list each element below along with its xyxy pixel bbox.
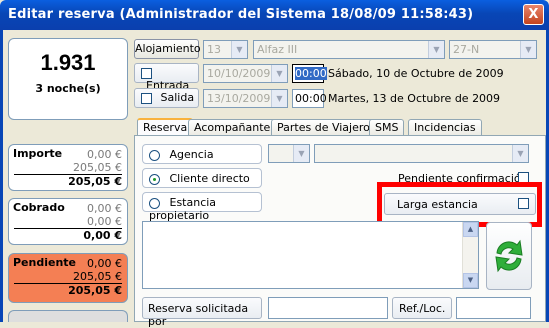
refresh-arrows-icon xyxy=(495,239,523,273)
importe-line2: 205,05 € xyxy=(73,161,122,174)
scroll-up-icon[interactable]: ▲ xyxy=(463,222,478,237)
salida-time-field[interactable]: 00:00 xyxy=(292,89,327,108)
ref-loc-label-box: Ref./Loc. xyxy=(392,297,452,319)
bottom-left-panel xyxy=(8,310,128,322)
alojamiento-number-value: 13 xyxy=(207,43,221,56)
chevron-down-icon: ▼ xyxy=(271,90,287,107)
salida-checkbox[interactable] xyxy=(141,92,152,104)
entrada-checkbox[interactable] xyxy=(141,67,152,79)
entrada-time-field[interactable]: 00:00 xyxy=(292,64,327,83)
chevron-down-icon: ▼ xyxy=(271,65,287,82)
salida-date-value: 13/10/2009 xyxy=(207,92,271,105)
salida-date-description: Martes, 13 de Octubre de 2009 xyxy=(328,92,501,105)
refresh-button[interactable] xyxy=(486,222,532,290)
tab-reserva[interactable]: Reserva xyxy=(137,118,194,136)
importe-box: Importe 0,00 € 205,05 € 205,05 € xyxy=(8,144,128,191)
ref-loc-label: Ref./Loc. xyxy=(399,302,446,315)
entrada-date-value: 10/10/2009 xyxy=(207,67,271,80)
alojamiento-button-label: Alojamiento xyxy=(135,42,201,55)
ref-loc-input[interactable] xyxy=(456,297,531,319)
chevron-down-icon: ▼ xyxy=(520,41,536,58)
agencia-option[interactable]: Agencia xyxy=(142,144,262,164)
cliente-directo-label: Cliente directo xyxy=(169,172,250,185)
alojamiento-name-value: Alfaz III xyxy=(257,43,298,56)
notes-textarea[interactable]: ▲ ▼ xyxy=(142,221,479,289)
agencia-code-select[interactable]: ▼ xyxy=(268,144,310,163)
cobrado-total: 0,00 € xyxy=(14,228,122,243)
importe-label: Importe xyxy=(13,147,63,160)
window-titlebar: Editar reserva (Administrador del Sistem… xyxy=(0,0,549,30)
chevron-down-icon: ▼ xyxy=(428,41,444,58)
pendiente-total: 205,05 € xyxy=(14,283,122,298)
close-icon: X xyxy=(528,7,539,22)
reserva-solicitada-por-label-box: Reserva solicitada por xyxy=(142,297,262,328)
cliente-directo-option[interactable]: Cliente directo xyxy=(142,168,262,188)
notes-scrollbar[interactable]: ▲ ▼ xyxy=(462,222,478,288)
alojamiento-code-value: 27-N xyxy=(453,43,480,56)
importe-total: 205,05 € xyxy=(14,174,122,189)
tab-incidencias-label: Incidencias xyxy=(414,121,476,134)
cobrado-line2: 0,00 € xyxy=(87,215,122,228)
scroll-down-icon[interactable]: ▼ xyxy=(463,273,478,288)
chevron-down-icon: ▼ xyxy=(293,145,309,162)
pendiente-box: Pendiente 0,00 € 205,05 € 205,05 € xyxy=(8,253,128,303)
tab-sms-label: SMS xyxy=(375,121,399,134)
agencia-label: Agencia xyxy=(169,148,214,161)
cobrado-box: Cobrado 0,00 € 0,00 € 0,00 € xyxy=(8,198,128,245)
tab-partes-de-viajeros[interactable]: Partes de Viajeros xyxy=(271,119,382,135)
alojamiento-number-select[interactable]: 13 ▼ xyxy=(203,40,248,59)
tab-sms[interactable]: SMS xyxy=(369,119,405,135)
window-title: Editar reserva (Administrador del Sistem… xyxy=(8,7,474,22)
entrada-time-value: 00:00 xyxy=(295,67,327,80)
agencia-name-select[interactable]: ▼ xyxy=(314,144,529,163)
salida-checkbox-group[interactable]: Salida xyxy=(134,88,199,108)
tab-incidencias[interactable]: Incidencias xyxy=(408,119,482,135)
pendiente-line2: 205,05 € xyxy=(73,270,122,283)
alojamiento-button[interactable]: Alojamiento xyxy=(134,39,201,59)
entrada-date-field[interactable]: 10/10/2009 ▼ xyxy=(203,64,288,83)
cobrado-label: Cobrado xyxy=(13,201,65,214)
chevron-down-icon: ▼ xyxy=(512,145,528,162)
chevron-down-icon: ▼ xyxy=(231,41,247,58)
tab-partes-label: Partes de Viajeros xyxy=(277,121,376,134)
close-button[interactable]: X xyxy=(523,4,544,25)
tab-acompanantes-label: Acompañantes xyxy=(194,121,277,134)
reserva-solicitada-por-label: Reserva solicitada por xyxy=(148,302,249,328)
salida-time-value: 00:00 xyxy=(295,92,327,105)
alojamiento-name-select[interactable]: Alfaz III ▼ xyxy=(253,40,445,59)
entrada-checkbox-group[interactable]: Entrada xyxy=(134,63,199,92)
salida-label: Salida xyxy=(160,91,195,104)
tab-reserva-label: Reserva xyxy=(143,121,188,134)
tab-acompanantes[interactable]: Acompañantes xyxy=(188,119,283,135)
estancia-propietario-radio[interactable] xyxy=(149,197,160,209)
estancia-propietario-option[interactable]: Estancia propietario xyxy=(142,192,262,222)
pendiente-label: Pendiente xyxy=(13,256,77,269)
cliente-directo-radio[interactable] xyxy=(149,173,160,185)
summary-box: 1.931 3 noche(s) xyxy=(8,38,128,120)
total-amount: 1.931 xyxy=(40,50,96,75)
reserva-solicitada-por-input[interactable] xyxy=(268,297,388,319)
nights-count: 3 noche(s) xyxy=(35,82,101,95)
entrada-date-description: Sábado, 10 de Octubre de 2009 xyxy=(328,67,504,80)
salida-date-field[interactable]: 13/10/2009 ▼ xyxy=(203,89,288,108)
alojamiento-code-select[interactable]: 27-N ▼ xyxy=(449,40,537,59)
agencia-radio[interactable] xyxy=(149,149,160,161)
